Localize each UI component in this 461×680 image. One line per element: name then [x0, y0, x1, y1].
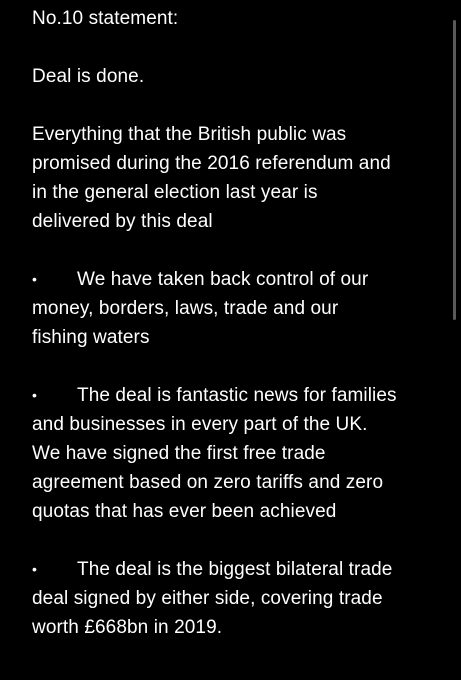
paragraph-line: agreement based on zero tariffs and zero	[32, 472, 384, 493]
paragraph-line: delivered by this deal	[32, 211, 213, 232]
paragraph-line: quotas that has ever been achieved	[32, 501, 337, 522]
paragraph-line: deal signed by either side, covering tra…	[32, 588, 383, 609]
paragraph-line: in the general election last year is	[32, 182, 318, 203]
paragraph-line: and businesses in every part of the UK.	[32, 414, 368, 435]
note-screen: No.10 statement: Deal is done. Everythin…	[0, 0, 461, 680]
bullet-item-3: • The deal is the biggest bilateral trade	[32, 555, 447, 584]
paragraph-line: fishing waters	[32, 327, 150, 348]
paragraph-line: money, borders, laws, trade and our	[32, 298, 339, 319]
paragraph-line: Everything that the British public was	[32, 124, 347, 145]
bullet-item-1: • We have taken back control of our	[32, 265, 447, 294]
bullet-text: The deal is the biggest bilateral trade	[77, 559, 393, 580]
paragraph-line: We have signed the first free trade	[32, 443, 326, 464]
paragraph-deal-done: Deal is done.	[32, 66, 145, 87]
vertical-scrollbar[interactable]	[453, 20, 456, 320]
bullet-text: The deal is fantastic news for families	[77, 385, 397, 406]
bullet-icon: •	[32, 387, 38, 403]
bullet-text: We have taken back control of our	[77, 269, 369, 290]
bullet-icon: •	[32, 271, 38, 287]
paragraph-line: worth £668bn in 2019.	[32, 617, 223, 638]
bullet-icon: •	[32, 561, 38, 577]
statement-heading: No.10 statement:	[32, 8, 179, 29]
paragraph-line: promised during the 2016 referendum and	[32, 153, 391, 174]
bullet-item-2: • The deal is fantastic news for families	[32, 381, 447, 410]
note-body[interactable]: No.10 statement: Deal is done. Everythin…	[32, 4, 447, 642]
